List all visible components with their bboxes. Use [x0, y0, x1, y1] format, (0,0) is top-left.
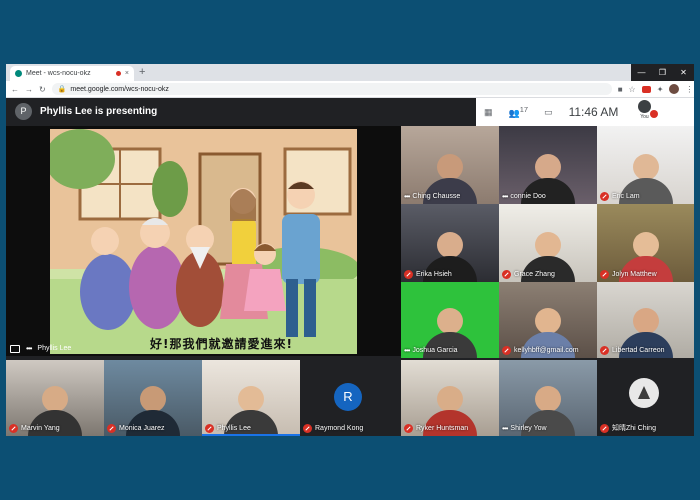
presentation-slide: 好!那我們就邀請愛進來!: [50, 129, 357, 354]
participant-name: Grace Zhang: [514, 271, 555, 278]
presentation-footer: ••• Phyllis Lee: [10, 344, 71, 353]
url-text: meet.google.com/wcs-nocu-okz: [70, 85, 169, 93]
mic-off-icon: [600, 423, 609, 433]
browser-tab[interactable]: Meet - wcs-nocu-okz ×: [10, 66, 134, 81]
mic-off-icon: [404, 270, 413, 279]
participant-tile[interactable]: kellyhbff@gmail.com: [499, 282, 597, 358]
cartoon-family-illustration: [50, 129, 357, 354]
participant-name: Joshua Garcia: [412, 347, 458, 354]
meet-top-bar: ▦ 👥17 ▭ 11:46 AM You: [476, 98, 694, 126]
participant-count: 17: [519, 105, 529, 114]
bookmark-star-icon[interactable]: ☆: [629, 85, 636, 94]
self-view[interactable]: You: [634, 100, 659, 124]
self-avatar: [637, 100, 651, 113]
participant-tile[interactable]: Erika Hsieh: [401, 204, 499, 282]
participant-avatar: R: [334, 383, 362, 411]
extension-red-icon[interactable]: [641, 85, 651, 93]
chat-icon[interactable]: ▭: [544, 107, 553, 118]
browser-toolbar: ← → ↻ 🔒 meet.google.com/wcs-nocu-okz ■ ☆…: [6, 81, 694, 98]
participant-name: Marvin Yang: [21, 425, 60, 432]
participant-tile[interactable]: Ryker Huntsman: [401, 360, 499, 436]
meet-header: P Phyllis Lee is presenting ▦ 👥17 ▭ 11:4…: [6, 98, 694, 126]
presenter-avatar: P: [15, 103, 32, 120]
more-menu-icon[interactable]: ⋮: [685, 85, 693, 94]
extensions-area: ■ ☆ ✦ ⋮: [618, 84, 693, 94]
you-label: You: [640, 114, 649, 120]
more-options-icon[interactable]: •••: [26, 344, 32, 353]
more-options-icon[interactable]: •••: [404, 192, 410, 201]
camera-icon[interactable]: ■: [618, 85, 623, 94]
minimize-button[interactable]: —: [631, 64, 652, 81]
window-controls: — ❐ ✕: [631, 64, 694, 81]
participant-tile[interactable]: Grace Zhang: [499, 204, 597, 282]
tab-close-icon[interactable]: ×: [125, 70, 129, 77]
participant-name: Ching Chausse: [412, 193, 461, 200]
participant-tile[interactable]: Jolyn Matthew: [597, 204, 694, 282]
profile-avatar-icon[interactable]: [669, 84, 680, 94]
puzzle-extension-icon[interactable]: ✦: [657, 85, 664, 94]
participant-tile[interactable]: R Raymond Kong: [300, 360, 398, 436]
mic-off-icon: [107, 424, 116, 433]
new-tab-button[interactable]: +: [139, 66, 145, 79]
mic-off-icon: [600, 346, 609, 355]
more-options-icon[interactable]: •••: [502, 192, 508, 201]
mic-off-icon: [502, 270, 511, 279]
browser-tab-bar: Meet - wcs-nocu-okz × + — ❐ ✕: [6, 64, 694, 81]
participant-tile[interactable]: Eric Lam: [597, 126, 694, 204]
participant-tile[interactable]: Monica Juarez: [104, 360, 202, 436]
participant-tile[interactable]: Phyllis Lee: [202, 360, 300, 436]
mic-off-icon: [9, 424, 18, 433]
participant-name: kellyhbff@gmail.com: [514, 347, 579, 354]
participant-name: 知晴Zhi Ching: [612, 425, 656, 432]
more-options-icon[interactable]: •••: [502, 424, 508, 433]
participant-tile[interactable]: ••• Ching Chausse: [401, 126, 499, 204]
tab-title: Meet - wcs-nocu-okz: [26, 70, 91, 77]
maximize-button[interactable]: ❐: [652, 64, 673, 81]
speaking-indicator: [202, 434, 300, 436]
participant-name: Monica Juarez: [119, 425, 165, 432]
slide-caption: 好!那我們就邀請愛進來!: [150, 337, 293, 351]
participant-tile[interactable]: Marvin Yang: [6, 360, 104, 436]
mic-off-icon: [205, 424, 214, 433]
meeting-clock: 11:46 AM: [568, 105, 619, 119]
mic-off-icon: [303, 424, 312, 433]
more-options-icon[interactable]: •••: [404, 346, 410, 355]
participant-tile[interactable]: Libertad Carreon: [597, 282, 694, 358]
grid-layout-icon[interactable]: ▦: [484, 107, 493, 118]
meet-window: Meet - wcs-nocu-okz × + — ❐ ✕ ← → ↻ 🔒 me…: [6, 64, 694, 436]
participant-name: Eric Lam: [612, 193, 640, 200]
presenter-name: Phyllis Lee: [37, 345, 72, 352]
participant-tile[interactable]: ••• Shirley Yow: [499, 360, 597, 436]
mic-off-icon: [404, 424, 413, 433]
address-bar[interactable]: 🔒 meet.google.com/wcs-nocu-okz: [51, 83, 612, 95]
reload-button[interactable]: ↻: [39, 85, 46, 94]
participant-tile[interactable]: 知晴Zhi Ching: [597, 360, 694, 436]
mic-off-icon: [600, 270, 609, 279]
participant-tile[interactable]: ••• connie Doo: [499, 126, 597, 204]
meet-favicon-icon: [15, 70, 22, 77]
participant-name: Erika Hsieh: [416, 271, 452, 278]
participant-name: Jolyn Matthew: [612, 271, 657, 278]
forward-button[interactable]: →: [25, 85, 33, 94]
lock-icon: 🔒: [57, 86, 67, 93]
back-button[interactable]: ←: [11, 85, 19, 94]
participant-name: Phyllis Lee: [217, 425, 251, 432]
participant-name: Ryker Huntsman: [416, 425, 469, 432]
mic-off-icon: [600, 192, 609, 201]
participant-tile[interactable]: ••• Joshua Garcia: [401, 282, 499, 358]
people-button[interactable]: 👥17: [509, 105, 529, 119]
close-window-button[interactable]: ✕: [673, 64, 694, 81]
participant-name: connie Doo: [510, 193, 546, 200]
mic-off-icon: [650, 110, 659, 118]
people-icon: 👥: [508, 108, 520, 118]
presenting-title: Phyllis Lee is presenting: [40, 106, 158, 117]
presentation-tile: 好!那我們就邀請愛進來! ••• Phyllis Lee: [6, 126, 401, 356]
present-screen-icon[interactable]: [10, 344, 20, 353]
participant-avatar: [629, 378, 659, 408]
recording-dot-icon: [115, 71, 121, 76]
participant-name: Shirley Yow: [510, 425, 547, 432]
participant-name: Libertad Carreon: [612, 347, 665, 354]
participant-name: Raymond Kong: [315, 425, 364, 432]
mic-off-icon: [502, 346, 511, 355]
